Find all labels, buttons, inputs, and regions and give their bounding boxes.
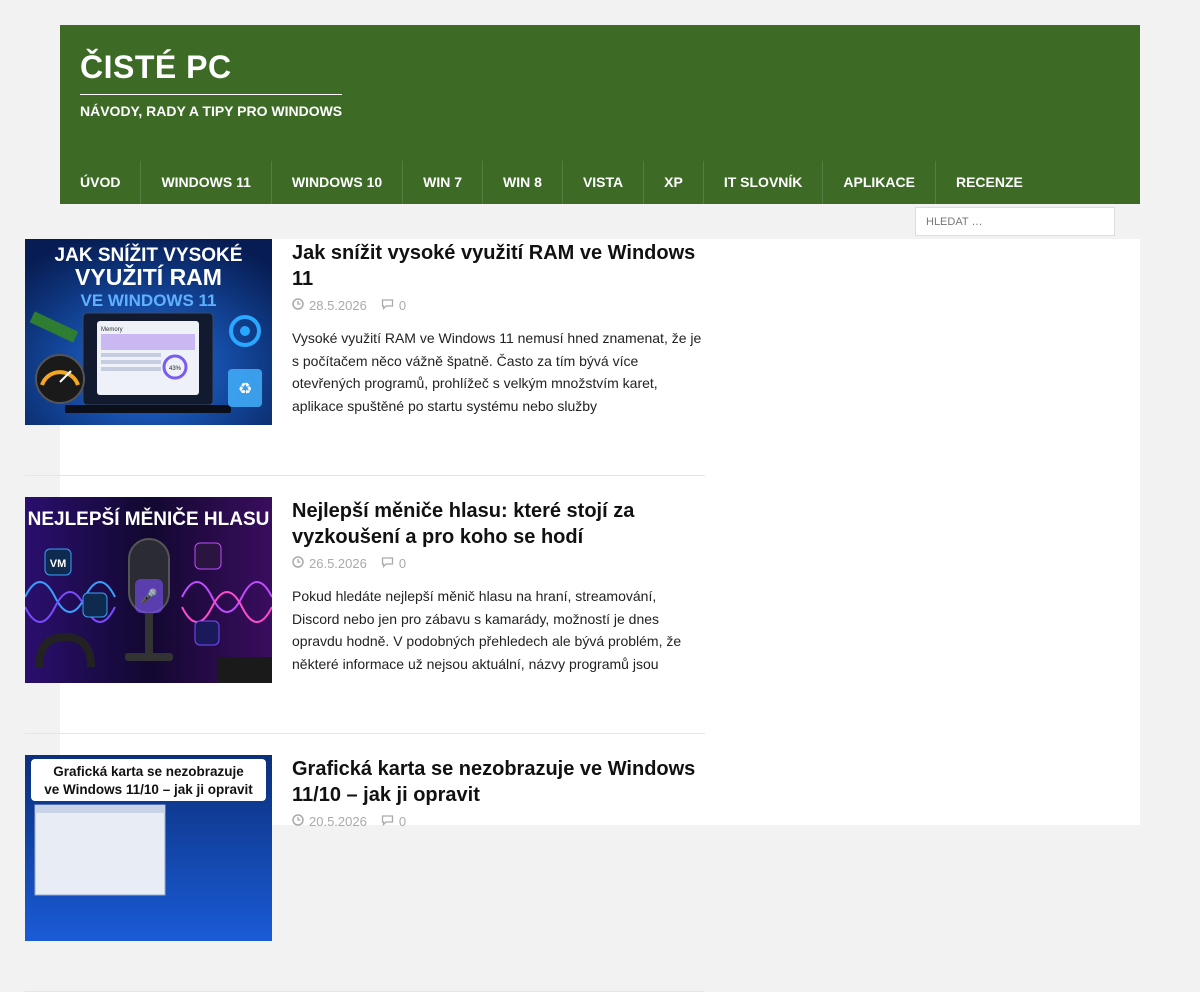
nav-item-vista[interactable]: VISTA bbox=[563, 161, 645, 204]
thumb-text-line1: Grafická karta se nezobrazuje bbox=[53, 764, 244, 779]
svg-text:🎤: 🎤 bbox=[140, 587, 158, 605]
main-nav: ÚVOD WINDOWS 11 WINDOWS 10 WIN 7 WIN 8 V… bbox=[60, 161, 1043, 204]
post-item: NEJLEPŠÍ MĚNIČE HLASU 🎤 VM Nejlepší měni… bbox=[25, 497, 705, 734]
post-date: 26.5.2026 bbox=[309, 556, 367, 571]
post-thumbnail[interactable]: Grafická karta se nezobrazuje ve Windows… bbox=[25, 755, 272, 941]
nav-item-uvod[interactable]: ÚVOD bbox=[60, 161, 142, 204]
comment-icon bbox=[381, 814, 394, 829]
clock-icon bbox=[292, 556, 304, 571]
nav-item-xp[interactable]: XP bbox=[644, 161, 704, 204]
comments-count: 0 bbox=[398, 556, 407, 571]
thumb-text-line2: ve Windows 11/10 – jak ji opravit bbox=[44, 782, 253, 797]
site-title[interactable]: ČISTÉ PC bbox=[80, 49, 342, 95]
comments-count: 0 bbox=[398, 814, 407, 829]
search-input[interactable] bbox=[915, 207, 1115, 236]
thumb-text-line1: NEJLEPŠÍ MĚNIČE HLASU bbox=[28, 508, 270, 530]
thumb-gauge-value: 43% bbox=[169, 366, 182, 372]
comments-link[interactable]: 0 bbox=[381, 556, 406, 571]
svg-text:VM: VM bbox=[50, 558, 67, 570]
svg-text:♻: ♻ bbox=[238, 379, 252, 398]
nav-item-it-slovnik[interactable]: IT SLOVNÍK bbox=[704, 161, 824, 204]
comments-count: 0 bbox=[398, 298, 407, 313]
post-title[interactable]: Jak snížit vysoké využití RAM ve Windows… bbox=[292, 240, 707, 292]
post-meta: 28.5.2026 0 bbox=[292, 298, 406, 313]
post-thumbnail[interactable]: NEJLEPŠÍ MĚNIČE HLASU 🎤 VM bbox=[25, 497, 272, 683]
thumb-text-line3: VE WINDOWS 11 bbox=[80, 291, 216, 310]
nav-item-win-7[interactable]: WIN 7 bbox=[403, 161, 484, 204]
post-thumbnail[interactable]: JAK SNÍŽIT VYSOKÉ VYUŽITÍ RAM VE WINDOWS… bbox=[25, 239, 272, 425]
post-meta: 26.5.2026 0 bbox=[292, 556, 406, 571]
comment-icon bbox=[381, 298, 394, 313]
nav-item-aplikace[interactable]: APLIKACE bbox=[823, 161, 936, 204]
clock-icon bbox=[292, 814, 304, 829]
site-header: ČISTÉ PC NÁVODY, RADY A TIPY PRO WINDOWS… bbox=[60, 25, 1140, 204]
post-excerpt: Vysoké využití RAM ve Windows 11 nemusí … bbox=[292, 330, 702, 414]
nav-item-win-8[interactable]: WIN 8 bbox=[483, 161, 563, 204]
search-bar-strip bbox=[60, 204, 1140, 239]
post-date: 28.5.2026 bbox=[309, 298, 367, 313]
post-date: 20.5.2026 bbox=[309, 814, 367, 829]
post-list: JAK SNÍŽIT VYSOKÉ VYUŽITÍ RAM VE WINDOWS… bbox=[25, 239, 705, 992]
site-description: NÁVODY, RADY A TIPY PRO WINDOWS bbox=[80, 103, 343, 119]
nav-item-recenze[interactable]: RECENZE bbox=[936, 161, 1043, 204]
thumb-text-line1: JAK SNÍŽIT VYSOKÉ bbox=[55, 244, 243, 266]
post-meta: 20.5.2026 0 bbox=[292, 814, 406, 829]
comments-link[interactable]: 0 bbox=[381, 814, 406, 829]
thumb-text-line2: VYUŽITÍ RAM bbox=[75, 263, 222, 290]
post-item: JAK SNÍŽIT VYSOKÉ VYUŽITÍ RAM VE WINDOWS… bbox=[25, 239, 705, 476]
comment-icon bbox=[381, 556, 394, 571]
post-excerpt: Pokud hledáte nejlepší měnič hlasu na hr… bbox=[292, 588, 682, 672]
post-item: Grafická karta se nezobrazuje ve Windows… bbox=[25, 755, 705, 992]
thumb-panel-title: Memory bbox=[101, 327, 123, 333]
clock-icon bbox=[292, 298, 304, 313]
nav-item-windows-11[interactable]: WINDOWS 11 bbox=[141, 161, 272, 204]
post-title[interactable]: Grafická karta se nezobrazuje ve Windows… bbox=[292, 756, 707, 808]
nav-item-windows-10[interactable]: WINDOWS 10 bbox=[272, 161, 404, 204]
comments-link[interactable]: 0 bbox=[381, 298, 406, 313]
post-title[interactable]: Nejlepší měniče hlasu: které stojí za vy… bbox=[292, 498, 707, 550]
